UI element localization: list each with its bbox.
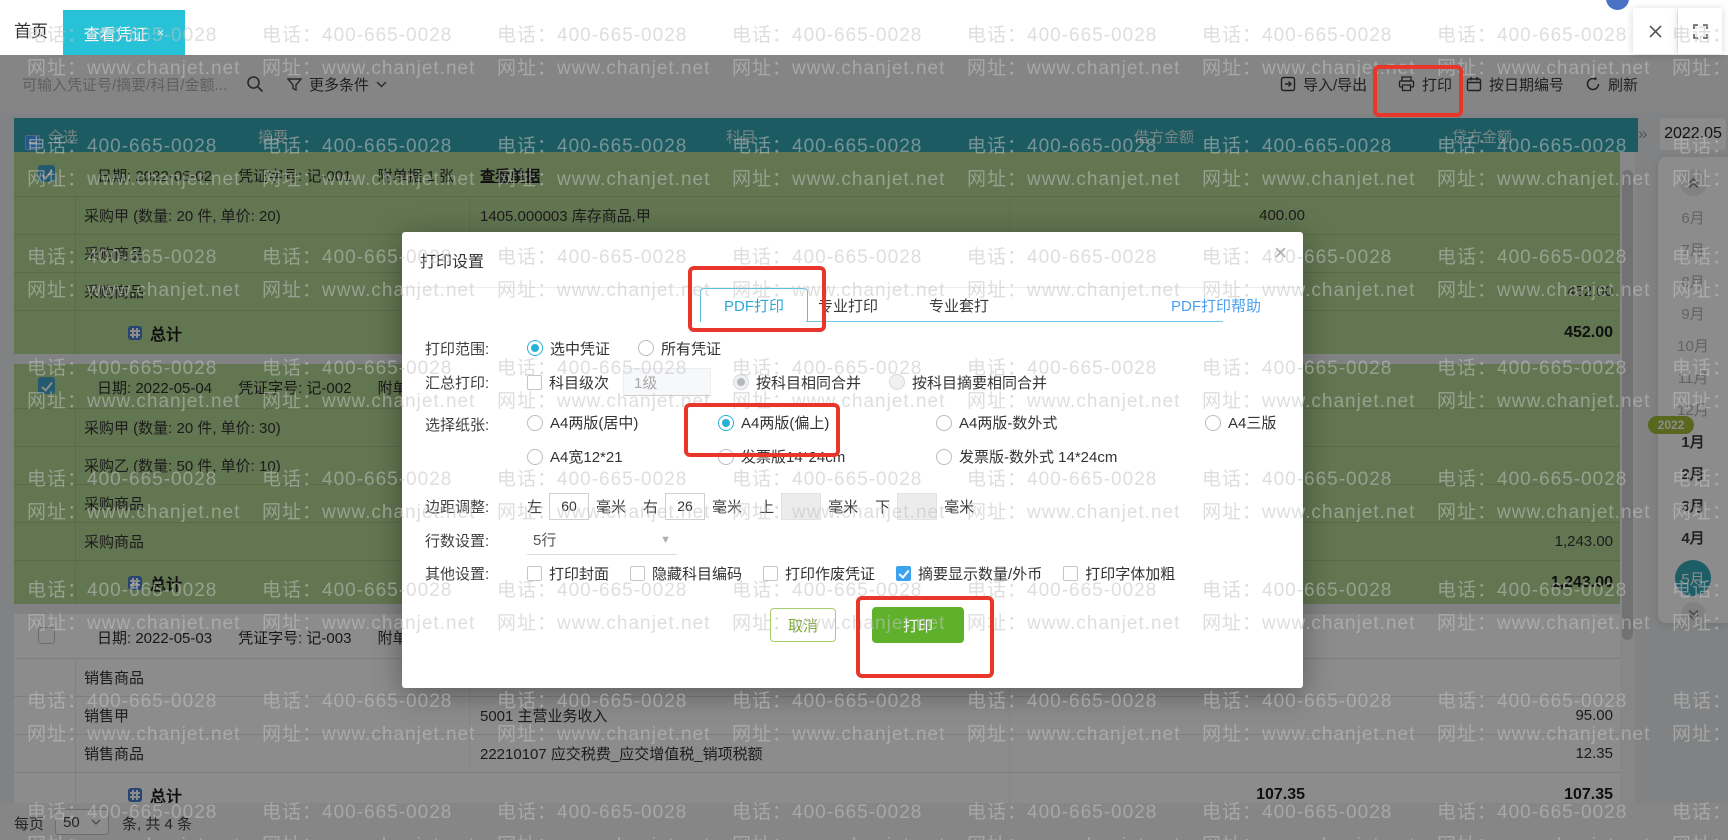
radio-icon[interactable] bbox=[936, 414, 952, 431]
summary-print-label: 汇总打印: bbox=[425, 374, 490, 392]
tab-pro-template-print[interactable]: 专业套打 bbox=[929, 295, 989, 316]
radio-label: 选中凭证 bbox=[550, 340, 611, 358]
subject-level-input[interactable]: 1级 bbox=[623, 368, 712, 396]
pdf-print-help-link[interactable]: PDF打印帮助 bbox=[1171, 295, 1261, 316]
radio-label: 按科目摘要相同合并 bbox=[912, 374, 1048, 392]
cancel-button[interactable]: 取消 bbox=[770, 608, 836, 642]
checkbox-label: 打印封面 bbox=[549, 565, 610, 583]
paper-options-row-1: A4两版(居中) A4两版(偏上) A4两版-数外式 A4三版 bbox=[425, 409, 1289, 439]
checkbox-option[interactable]: 隐藏科目编码 bbox=[630, 563, 742, 584]
radio-icon[interactable] bbox=[1205, 414, 1221, 431]
tab-view-voucher[interactable]: 查看凭证 × bbox=[63, 10, 185, 55]
radio-icon[interactable] bbox=[527, 448, 543, 465]
margin-item: 右 毫米 bbox=[643, 492, 743, 520]
radio-option[interactable]: A4三版 bbox=[1205, 412, 1276, 433]
checkbox-label: 摘要显示数量/外币 bbox=[918, 565, 1043, 583]
checkbox-label: 隐藏科目编码 bbox=[652, 565, 743, 583]
margin-unit-label: 毫米 bbox=[712, 498, 743, 516]
radio-icon[interactable] bbox=[527, 414, 543, 431]
fullscreen-icon bbox=[1692, 23, 1708, 39]
margin-item: 左 毫米 bbox=[527, 492, 627, 520]
tab-pro-print[interactable]: 专业打印 bbox=[818, 295, 878, 316]
rows-setting-label: 行数设置: bbox=[425, 532, 490, 550]
window-close-button[interactable] bbox=[1633, 8, 1677, 54]
dialog-title: 打印设置 bbox=[420, 254, 485, 271]
radio-icon[interactable] bbox=[638, 340, 655, 356]
radio-label: A4两版-数外式 bbox=[959, 415, 1058, 432]
print-range-row: 打印范围: 选中凭证 所有凭证 bbox=[425, 333, 1289, 363]
margins-row: 边距调整: 左毫米右毫米上毫米下毫米 bbox=[425, 491, 1289, 521]
margin-unit-label: 毫米 bbox=[596, 498, 627, 516]
rows-setting-select[interactable]: 5行 ▼ bbox=[527, 526, 677, 555]
caret-down-icon: ▼ bbox=[660, 533, 671, 546]
tab-view-voucher-label: 查看凭证 bbox=[83, 26, 148, 44]
paper-options-row-2: A4宽12*21 发票版14*24cm 发票版-数外式 14*24cm bbox=[425, 443, 1289, 473]
radio-label: A4两版(居中) bbox=[550, 415, 639, 432]
subject-level-checkbox[interactable]: 科目级次 bbox=[527, 372, 609, 393]
margin-unit-label: 毫米 bbox=[828, 498, 859, 516]
other-settings-row: 其他设置: 打印封面 隐藏科目编码 打印作废凭证 摘要显示数量/外币 打印字体加粗 bbox=[425, 558, 1289, 588]
checkbox-icon[interactable] bbox=[630, 565, 646, 581]
dialog-close-icon[interactable]: × bbox=[1274, 240, 1287, 266]
annotation-paper-option bbox=[684, 403, 840, 457]
checkbox-option[interactable]: 打印封面 bbox=[527, 563, 609, 584]
radio-option[interactable]: 按科目相同合并 bbox=[733, 372, 861, 393]
radio-option[interactable]: 选中凭证 bbox=[527, 338, 610, 359]
margin-side-label: 左 bbox=[527, 498, 543, 516]
radio-option[interactable]: 发票版-数外式 14*24cm bbox=[936, 446, 1117, 467]
tab-underline bbox=[806, 321, 1223, 322]
checkbox-option[interactable]: 打印作废凭证 bbox=[763, 563, 875, 584]
margin-side-label: 右 bbox=[643, 498, 659, 516]
tab-home[interactable]: 首页 bbox=[14, 17, 48, 42]
checkbox-icon[interactable] bbox=[896, 565, 912, 581]
annotation-print-toolbar bbox=[1373, 65, 1463, 117]
margin-input[interactable] bbox=[665, 492, 706, 520]
radio-label: 发票版-数外式 14*24cm bbox=[959, 449, 1118, 466]
notification-badge bbox=[1606, 0, 1629, 10]
print-range-label: 打印范围: bbox=[425, 340, 490, 358]
radio-label: 按科目相同合并 bbox=[756, 374, 862, 392]
checkbox-option[interactable]: 摘要显示数量/外币 bbox=[896, 563, 1042, 584]
print-settings-dialog: 打印设置 × PDF打印 专业打印 专业套打 PDF打印帮助 打印范围: 选中凭… bbox=[402, 232, 1303, 688]
top-tab-bar: 首页 查看凭证 × bbox=[0, 0, 1728, 55]
margin-input[interactable] bbox=[897, 492, 938, 520]
summary-print-row: 汇总打印: 科目级次 1级 按科目相同合并 按科目摘要相同合并 bbox=[425, 367, 1289, 397]
checkbox-option[interactable]: 打印字体加粗 bbox=[1063, 563, 1175, 584]
radio-icon[interactable] bbox=[889, 374, 906, 390]
radio-label: A4宽12*21 bbox=[550, 449, 623, 466]
window-fullscreen-button[interactable] bbox=[1678, 8, 1722, 54]
checkbox-icon[interactable] bbox=[527, 565, 542, 581]
annotation-pdf-tab bbox=[688, 266, 826, 332]
tab-close-icon[interactable]: × bbox=[157, 25, 165, 40]
radio-option[interactable]: 所有凭证 bbox=[638, 338, 721, 359]
checkbox-icon[interactable] bbox=[1063, 565, 1079, 581]
divider bbox=[402, 287, 1303, 288]
radio-label: 所有凭证 bbox=[661, 340, 722, 358]
radio-icon[interactable] bbox=[733, 374, 750, 390]
radio-option[interactable]: A4两版-数外式 bbox=[936, 412, 1057, 433]
radio-option[interactable]: 按科目摘要相同合并 bbox=[889, 372, 1047, 393]
radio-option[interactable]: A4宽12*21 bbox=[527, 446, 623, 467]
margins-label: 边距调整: bbox=[425, 498, 490, 516]
radio-icon[interactable] bbox=[936, 448, 952, 465]
rows-setting-row: 行数设置: 5行 ▼ bbox=[425, 525, 1289, 555]
other-settings-label: 其他设置: bbox=[425, 565, 490, 583]
annotation-print-button bbox=[856, 596, 994, 678]
checkbox-label: 打印字体加粗 bbox=[1085, 565, 1176, 583]
margin-input[interactable] bbox=[549, 492, 590, 520]
radio-label: A4三版 bbox=[1228, 415, 1277, 432]
checkbox-label: 打印作废凭证 bbox=[785, 565, 876, 583]
checkbox-icon[interactable] bbox=[763, 565, 779, 581]
radio-icon[interactable] bbox=[527, 340, 543, 356]
margin-input[interactable] bbox=[781, 492, 822, 520]
margin-side-label: 下 bbox=[875, 498, 891, 516]
margin-item: 上 毫米 bbox=[759, 492, 859, 520]
margin-unit-label: 毫米 bbox=[944, 498, 975, 516]
close-icon bbox=[1648, 24, 1662, 38]
margin-side-label: 上 bbox=[759, 498, 775, 516]
margin-item: 下 毫米 bbox=[875, 492, 975, 520]
radio-option[interactable]: A4两版(居中) bbox=[527, 412, 638, 433]
